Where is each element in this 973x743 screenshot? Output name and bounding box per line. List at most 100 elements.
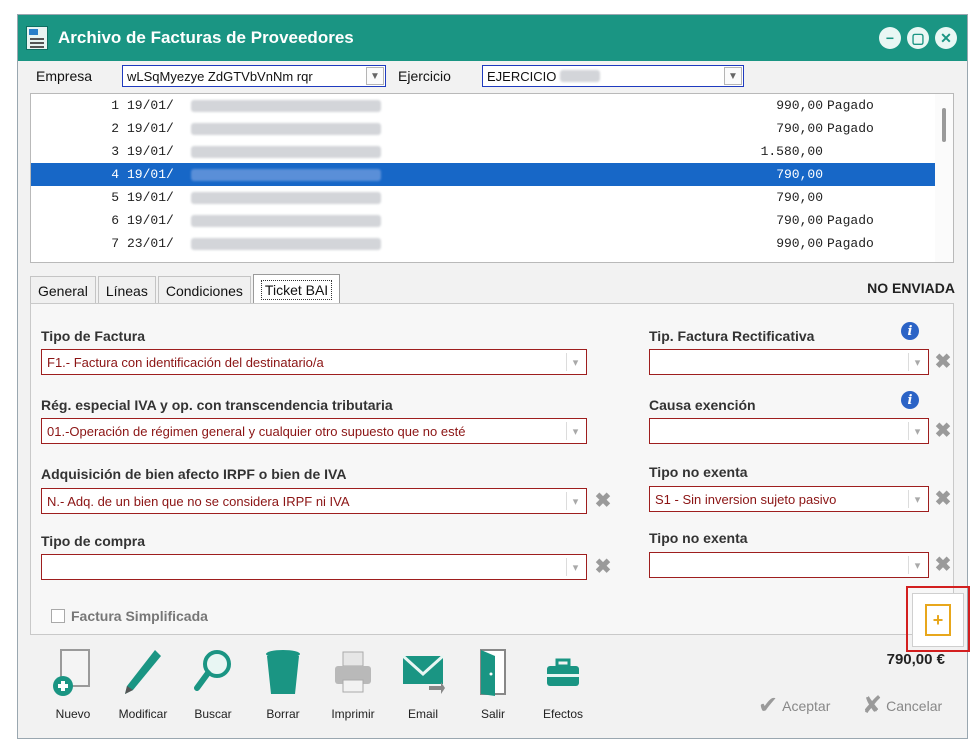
row-number: 7 [111, 236, 119, 251]
empresa-select[interactable]: wLSqMyezye ZdGTVbVnNm rqr ▼ [122, 65, 386, 87]
email-icon [400, 645, 446, 699]
adquisicion-label: Adquisición de bien afecto IRPF o bien d… [41, 466, 347, 482]
tab-strip: General Líneas Condiciones Ticket BAI [30, 274, 342, 304]
total-amount: 790,00 € [886, 651, 945, 668]
info-icon[interactable]: i [901, 322, 919, 340]
tipo-compra-select[interactable]: ▾ [41, 554, 587, 580]
chevron-down-icon[interactable]: ▾ [908, 422, 926, 440]
tab-ticket-bai[interactable]: Ticket BAI [252, 274, 341, 304]
borrar-button[interactable]: Borrar [248, 645, 318, 735]
clear-icon[interactable]: ✖ [933, 555, 953, 575]
email-button[interactable]: Email [388, 645, 458, 735]
clear-icon[interactable]: ✖ [933, 421, 953, 441]
ejercicio-select[interactable]: EJERCICIO ▼ [482, 65, 744, 87]
clear-icon[interactable]: ✖ [593, 557, 613, 577]
row-amount: 990,00 [776, 98, 823, 113]
list-item[interactable]: 6 19/01/ 790,00 Pagado [31, 209, 953, 232]
causa-exencion-select[interactable]: ▾ [649, 418, 929, 444]
blurred-text [560, 70, 601, 82]
adquisicion-select[interactable]: N.- Adq. de un bien que no se considera … [41, 488, 587, 514]
exit-door-icon [470, 645, 516, 699]
tip-rectificativa-select[interactable]: ▾ [649, 349, 929, 375]
causa-exencion-label: Causa exención [649, 397, 756, 413]
tab-general[interactable]: General [30, 276, 96, 304]
list-item[interactable]: 7 23/01/ 990,00 Pagado [31, 232, 953, 255]
imprimir-button[interactable]: Imprimir [318, 645, 388, 735]
modificar-button[interactable]: Modificar [108, 645, 178, 735]
chevron-down-icon[interactable]: ▾ [566, 422, 584, 440]
tool-label: Modificar [118, 707, 168, 721]
row-date: 19/01/ [127, 213, 174, 228]
highlight-frame [906, 586, 970, 652]
list-item[interactable]: 2 19/01/ 790,00 Pagado [31, 117, 953, 140]
window-title: Archivo de Facturas de Proveedores [58, 28, 354, 47]
chevron-down-icon[interactable]: ▾ [566, 353, 584, 371]
ejercicio-value: EJERCICIO [487, 68, 557, 84]
tip-rectificativa-label: Tip. Factura Rectificativa [649, 328, 815, 344]
tipo-factura-label: Tipo de Factura [41, 328, 145, 344]
tipo-factura-value: F1.- Factura con identificación del dest… [47, 354, 324, 370]
cancelar-button[interactable]: ✘ Cancelar [862, 691, 942, 720]
tool-label: Borrar [266, 707, 300, 721]
efectos-button[interactable]: Efectos [528, 645, 598, 735]
restore-icon[interactable]: ▢ [907, 27, 929, 49]
chevron-down-icon[interactable]: ▾ [566, 492, 584, 510]
adquisicion-value: N.- Adq. de un bien que no se considera … [47, 493, 350, 509]
reg-especial-value: 01.-Operación de régimen general y cualq… [47, 423, 466, 439]
row-number: 1 [111, 98, 119, 113]
buscar-button[interactable]: Buscar [178, 645, 248, 735]
tipo-no-exenta-select[interactable]: S1 - Sin inversion sujeto pasivo ▾ [649, 486, 929, 512]
list-scrollbar[interactable] [935, 94, 953, 262]
search-icon [190, 645, 236, 699]
list-item-selected[interactable]: 4 19/01/ 790,00 [31, 163, 953, 186]
chevron-down-icon[interactable]: ▾ [566, 558, 584, 576]
nuevo-button[interactable]: Nuevo [38, 645, 108, 735]
tab-label: Ticket BAI [260, 279, 333, 300]
title-bar[interactable]: Archivo de Facturas de Proveedores − ▢ ✕ [18, 15, 967, 61]
aceptar-button[interactable]: ✔ Aceptar [758, 691, 830, 720]
simplificada-checkbox[interactable] [51, 609, 65, 623]
salir-button[interactable]: Salir [458, 645, 528, 735]
blurred-supplier [191, 100, 381, 112]
invoice-list[interactable]: 1 19/01/ 990,00 Pagado 2 19/01/ 790,00 P… [30, 93, 954, 263]
row-number: 6 [111, 213, 119, 228]
clear-icon[interactable]: ✖ [593, 491, 613, 511]
blurred-supplier [191, 192, 381, 204]
tab-lineas[interactable]: Líneas [97, 276, 156, 304]
chevron-down-icon[interactable]: ▼ [724, 67, 742, 85]
window-controls: − ▢ ✕ [879, 27, 957, 49]
new-document-icon [50, 645, 96, 699]
tab-condiciones[interactable]: Condiciones [157, 276, 251, 304]
tool-label: Salir [480, 707, 505, 721]
chevron-down-icon[interactable]: ▾ [908, 556, 926, 574]
row-number: 2 [111, 121, 119, 136]
row-amount: 990,00 [776, 236, 823, 251]
minimize-icon[interactable]: − [879, 27, 901, 49]
list-item[interactable]: 3 19/01/ 1.580,00 [31, 140, 953, 163]
reg-especial-select[interactable]: 01.-Operación de régimen general y cualq… [41, 418, 587, 444]
blurred-supplier [191, 215, 381, 227]
chevron-down-icon[interactable]: ▾ [908, 490, 926, 508]
simplificada-row[interactable]: Factura Simplificada [51, 608, 208, 624]
clear-icon[interactable]: ✖ [933, 352, 953, 372]
clear-icon[interactable]: ✖ [933, 489, 953, 509]
trash-icon [260, 645, 306, 699]
close-icon[interactable]: ✕ [935, 27, 957, 49]
info-icon[interactable]: i [901, 391, 919, 409]
pencil-icon [120, 645, 166, 699]
tab-label: Condiciones [165, 282, 243, 299]
bottom-toolbar: Nuevo Modificar Buscar Borrar Imprimir E… [38, 645, 598, 735]
scrollbar-thumb[interactable] [942, 108, 946, 142]
row-status: Pagado [827, 121, 874, 136]
list-item[interactable]: 1 19/01/ 990,00 Pagado [31, 94, 953, 117]
aceptar-label: Aceptar [782, 697, 831, 714]
tipo-factura-select[interactable]: F1.- Factura con identificación del dest… [41, 349, 587, 375]
blurred-supplier [191, 238, 381, 250]
tipo-no-exenta-2-select[interactable]: ▾ [649, 552, 929, 578]
blurred-supplier [191, 169, 381, 181]
list-item[interactable]: 5 19/01/ 790,00 [31, 186, 953, 209]
tool-label: Email [407, 707, 438, 721]
chevron-down-icon[interactable]: ▼ [366, 67, 384, 85]
cancel-icon: ✘ [862, 692, 883, 719]
chevron-down-icon[interactable]: ▾ [908, 353, 926, 371]
